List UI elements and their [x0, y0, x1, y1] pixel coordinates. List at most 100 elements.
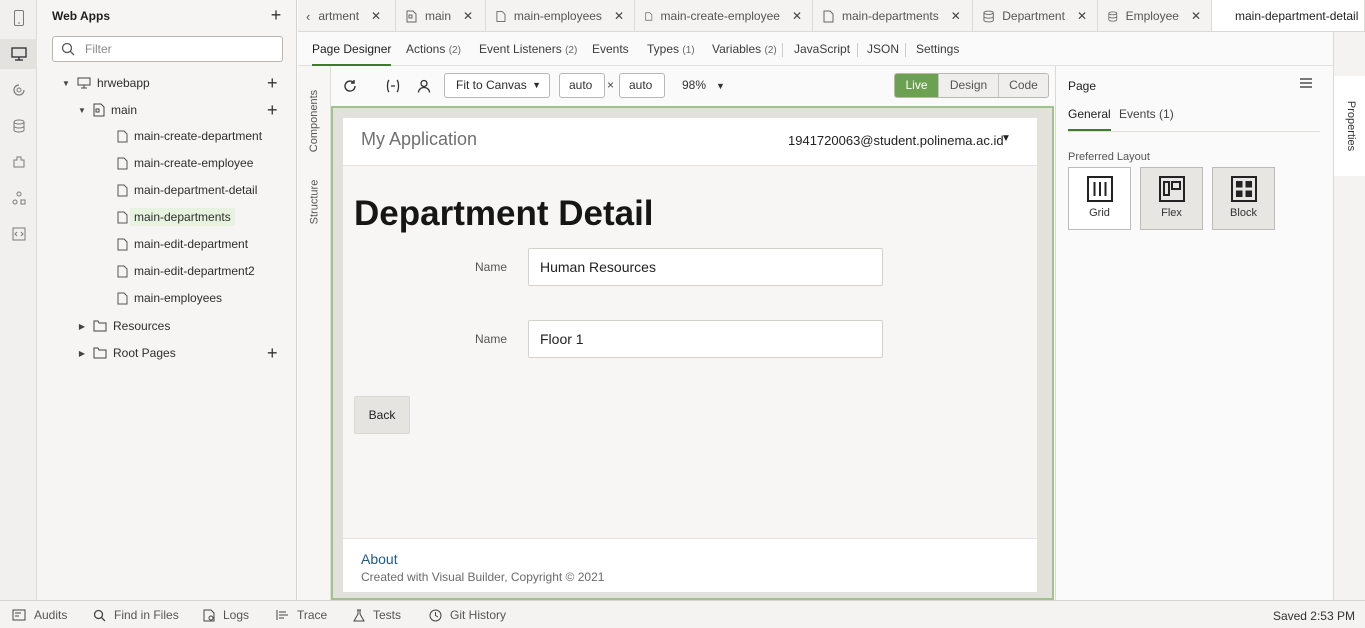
tree-item-page[interactable]: main-edit-department2: [37, 260, 296, 282]
expand-caret-icon[interactable]: ▼: [77, 106, 87, 115]
location-field[interactable]: Floor 1: [528, 320, 883, 358]
tests-button[interactable]: Tests: [353, 608, 401, 622]
add-page-button[interactable]: +: [267, 101, 278, 119]
source-icon[interactable]: [0, 219, 37, 249]
services-icon[interactable]: [0, 75, 37, 105]
properties-tab[interactable]: Properties: [1334, 76, 1365, 176]
separator: [857, 43, 858, 57]
tab-actions[interactable]: Actions (2): [406, 32, 461, 66]
tree-item-hrwebapp[interactable]: ▼ hrwebapp +: [37, 72, 296, 94]
tab-department[interactable]: ‹ artment ✕: [298, 0, 396, 31]
close-icon[interactable]: ✕: [614, 9, 624, 23]
live-mode-button[interactable]: Live: [895, 74, 939, 97]
processes-icon[interactable]: [0, 183, 37, 213]
close-icon[interactable]: ✕: [371, 9, 381, 23]
search-icon: [61, 42, 75, 56]
tab-main[interactable]: main ✕: [396, 0, 486, 31]
folder-icon: [93, 320, 107, 332]
expand-caret-icon[interactable]: ▶: [77, 349, 87, 358]
search-icon: [93, 609, 106, 621]
tab-page-designer[interactable]: Page Designer: [312, 32, 392, 66]
editor-tabs: ‹ artment ✕ main ✕ main-employees ✕ main-cr…: [298, 0, 1365, 32]
tree-item-page[interactable]: main-create-employee: [37, 152, 296, 174]
properties-title: Page: [1068, 79, 1097, 93]
tab-types[interactable]: Types (1): [647, 32, 695, 66]
tree-item-page[interactable]: main-departments: [37, 206, 296, 228]
chevron-down-icon[interactable]: ▼: [1001, 133, 1011, 144]
tree-item-page[interactable]: main-employees: [37, 287, 296, 309]
close-icon[interactable]: ✕: [1191, 9, 1201, 23]
file-icon: [496, 10, 506, 22]
tab-settings[interactable]: Settings: [916, 32, 959, 66]
hamburger-menu-icon[interactable]: [1300, 78, 1312, 88]
structure-tab[interactable]: Structure: [298, 170, 331, 234]
separator: [905, 43, 906, 57]
scroll-left-icon[interactable]: ‹: [306, 9, 310, 24]
variables-icon[interactable]: [383, 76, 403, 96]
designer-toolbar: Fit to Canvas ▼ auto × auto 98% ▼ Live Des…: [331, 66, 1055, 106]
properties-panel: Page General Events (1) Preferred Layout…: [1055, 66, 1333, 600]
tree-item-root-pages[interactable]: ▶ Root Pages +: [37, 342, 296, 364]
user-menu[interactable]: 1941720063@student.polinema.ac.id: [788, 133, 1004, 148]
web-apps-icon[interactable]: [0, 39, 37, 69]
trace-button[interactable]: Trace: [276, 608, 327, 622]
business-objects-icon[interactable]: [0, 111, 37, 141]
audits-button[interactable]: Audits: [12, 608, 67, 622]
refresh-icon[interactable]: [340, 76, 360, 96]
layout-flex-option[interactable]: Flex: [1140, 167, 1203, 230]
back-button[interactable]: Back: [354, 396, 410, 434]
tree-item-main[interactable]: ▼ main +: [37, 99, 296, 121]
logs-button[interactable]: Logs: [203, 608, 249, 622]
layout-grid-option[interactable]: Grid: [1068, 167, 1131, 230]
close-icon[interactable]: ✕: [792, 9, 802, 23]
tab-employee-bo[interactable]: Employee ✕: [1098, 0, 1212, 31]
width-input[interactable]: auto: [559, 73, 605, 98]
tab-main-department-detail[interactable]: main-department-detail: [1212, 0, 1365, 31]
tab-main-departments[interactable]: main-departments ✕: [813, 0, 973, 31]
code-mode-button[interactable]: Code: [999, 74, 1048, 97]
add-flow-button[interactable]: +: [267, 74, 278, 92]
add-root-page-button[interactable]: +: [267, 344, 278, 362]
fit-to-canvas-select[interactable]: Fit to Canvas ▼: [444, 73, 550, 98]
expand-caret-icon[interactable]: ▶: [77, 322, 87, 331]
tab-main-create-employee[interactable]: main-create-employee ✕: [635, 0, 813, 31]
tree-item-page[interactable]: main-department-detail: [37, 179, 296, 201]
tab-variables[interactable]: Variables (2): [712, 32, 777, 66]
tree-item-label: Root Pages: [113, 346, 176, 360]
tree-item-resources[interactable]: ▶ Resources: [37, 315, 296, 337]
components-tab[interactable]: Components: [298, 76, 331, 166]
find-in-files-button[interactable]: Find in Files: [93, 608, 179, 622]
file-icon: [117, 211, 128, 223]
tab-events[interactable]: Events: [592, 32, 629, 66]
tree-item-page[interactable]: main-create-department: [37, 125, 296, 147]
tree-item-label: main-create-employee: [134, 156, 254, 170]
tab-main-employees[interactable]: main-employees ✕: [486, 0, 635, 31]
designer-subtabs: Page Designer Actions (2) Event Listener…: [298, 32, 1365, 66]
user-icon[interactable]: [414, 76, 434, 96]
tree-item-page[interactable]: main-edit-department: [37, 233, 296, 255]
about-link[interactable]: About: [361, 551, 398, 567]
tab-department-bo[interactable]: Department ✕: [973, 0, 1098, 31]
tab-json[interactable]: JSON: [867, 32, 899, 66]
components-icon[interactable]: [0, 147, 37, 177]
close-icon[interactable]: ✕: [463, 9, 473, 23]
design-canvas: My Application 1941720063@student.poline…: [331, 106, 1054, 600]
filter-input[interactable]: [85, 40, 275, 58]
flow-icon: [93, 103, 105, 117]
tab-event-listeners[interactable]: Event Listeners (2): [479, 32, 577, 66]
height-input[interactable]: auto: [619, 73, 665, 98]
layout-block-option[interactable]: Block: [1212, 167, 1275, 230]
add-web-app-button[interactable]: +: [267, 6, 285, 25]
tab-javascript[interactable]: JavaScript: [794, 32, 850, 66]
close-icon[interactable]: ✕: [1077, 9, 1087, 23]
expand-caret-icon[interactable]: ▼: [61, 79, 71, 88]
tab-events[interactable]: Events (1): [1119, 107, 1174, 131]
filter-box[interactable]: [52, 36, 283, 62]
mobile-apps-icon[interactable]: [0, 3, 37, 33]
git-history-button[interactable]: Git History: [429, 608, 506, 622]
design-mode-button[interactable]: Design: [939, 74, 999, 97]
zoom-select[interactable]: 98% ▼: [682, 78, 725, 92]
close-icon[interactable]: ✕: [951, 9, 961, 23]
department-name-field[interactable]: Human Resources: [528, 248, 883, 286]
tab-general[interactable]: General: [1068, 107, 1111, 131]
